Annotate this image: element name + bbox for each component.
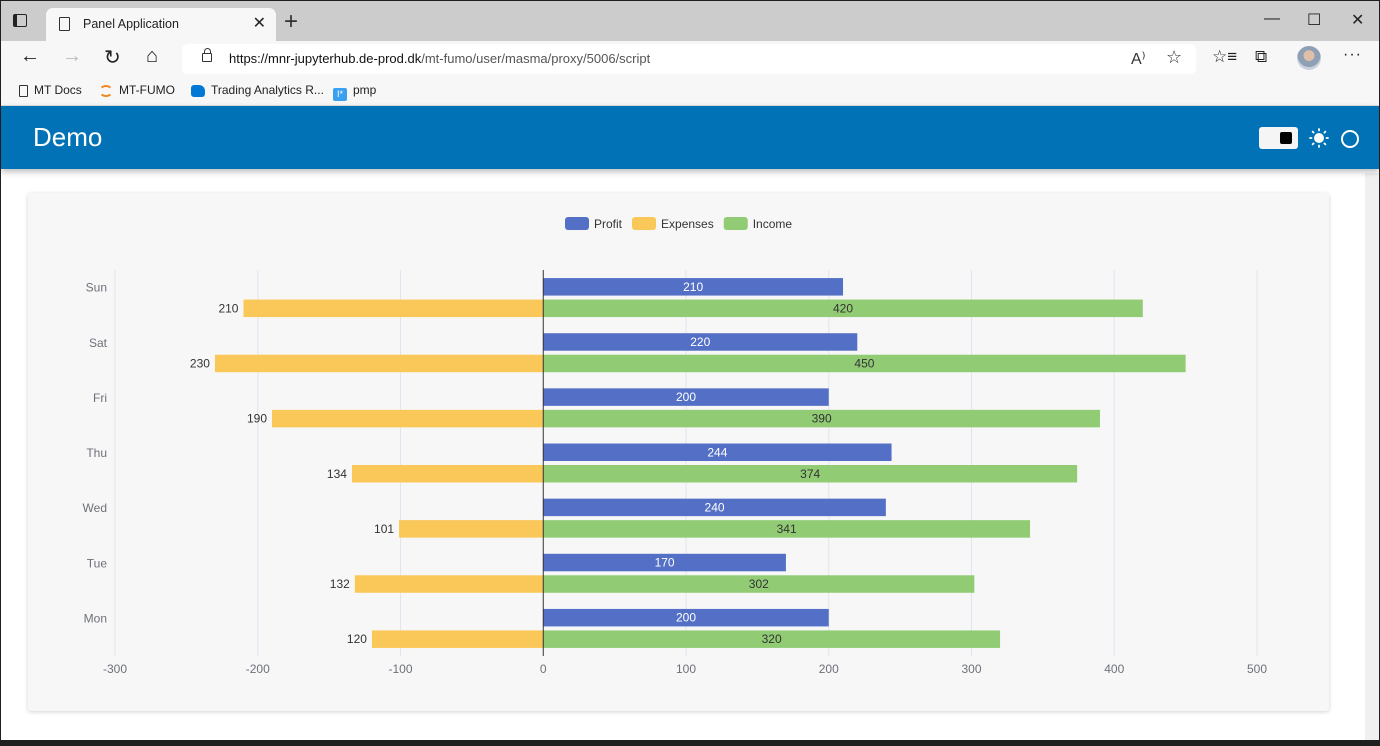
bar-expenses [354, 575, 544, 593]
x-tick-label: 0 [540, 662, 547, 676]
data-label-profit: 200 [676, 390, 696, 404]
data-label-expenses: 101 [374, 522, 394, 536]
legend-swatch-profit [565, 217, 589, 230]
data-label-income: 420 [833, 301, 853, 315]
data-label-income: 341 [777, 522, 797, 536]
bar-expenses [214, 354, 544, 373]
x-tick-label: 500 [1247, 662, 1267, 676]
taskbar-strip [1, 740, 1379, 745]
x-tick-label: -200 [246, 662, 270, 676]
legend-swatch-income [723, 217, 748, 230]
bar-expenses [371, 630, 544, 648]
y-category-label: Sat [89, 336, 108, 350]
data-label-profit: 240 [705, 500, 725, 514]
legend-label-profit: Profit [594, 217, 623, 231]
x-tick-label: 200 [819, 662, 839, 676]
bar-expenses [351, 465, 544, 483]
y-category-label: Wed [83, 501, 107, 515]
grid-lines [114, 270, 1258, 656]
data-label-income: 374 [800, 467, 820, 481]
data-label-profit: 244 [707, 445, 727, 459]
data-label-income: 390 [812, 412, 832, 426]
x-tick-label: -300 [103, 662, 127, 676]
data-label-expenses: 134 [327, 467, 347, 481]
y-category-label: Tue [87, 556, 108, 570]
data-label-expenses: 210 [218, 301, 238, 315]
data-label-profit: 220 [690, 335, 710, 349]
y-category-label: Sun [86, 281, 107, 295]
data-label-profit: 170 [655, 556, 675, 570]
bar-chart: 200 120 320 170 132 302 240 101 341 244 134 374 200 1… [83, 217, 1267, 676]
data-label-expenses: 132 [330, 577, 350, 591]
data-label-expenses: 120 [347, 632, 367, 646]
bar-expenses [399, 520, 544, 538]
x-tick-label: 400 [1104, 662, 1124, 676]
data-label-expenses: 230 [190, 356, 210, 370]
data-label-income: 320 [762, 632, 782, 646]
legend: Profit Expenses Income [565, 217, 792, 231]
y-category-label: Mon [84, 612, 107, 626]
legend-label-income: Income [753, 217, 793, 231]
legend-label-expenses: Expenses [661, 217, 714, 231]
y-category-label: Thu [86, 446, 107, 460]
data-label-income: 450 [854, 356, 874, 370]
data-label-income: 302 [749, 577, 769, 591]
data-label-profit: 200 [676, 611, 696, 625]
x-tick-label: -100 [388, 662, 412, 676]
bar-expenses [243, 299, 544, 318]
x-tick-label: 100 [676, 662, 696, 676]
y-category-label: Fri [93, 391, 107, 405]
bar-expenses [272, 409, 544, 428]
bars: 200 120 320 170 132 302 240 101 341 244 134 374 200 1… [190, 278, 1186, 648]
data-label-expenses: 190 [247, 412, 267, 426]
data-label-profit: 210 [683, 280, 703, 294]
x-tick-label: 300 [961, 662, 981, 676]
legend-swatch-expenses [632, 217, 657, 230]
browser-window: Panel Application ✕ + — ☐ ✕ ← → ↻ ⌂ http… [1, 1, 1379, 745]
